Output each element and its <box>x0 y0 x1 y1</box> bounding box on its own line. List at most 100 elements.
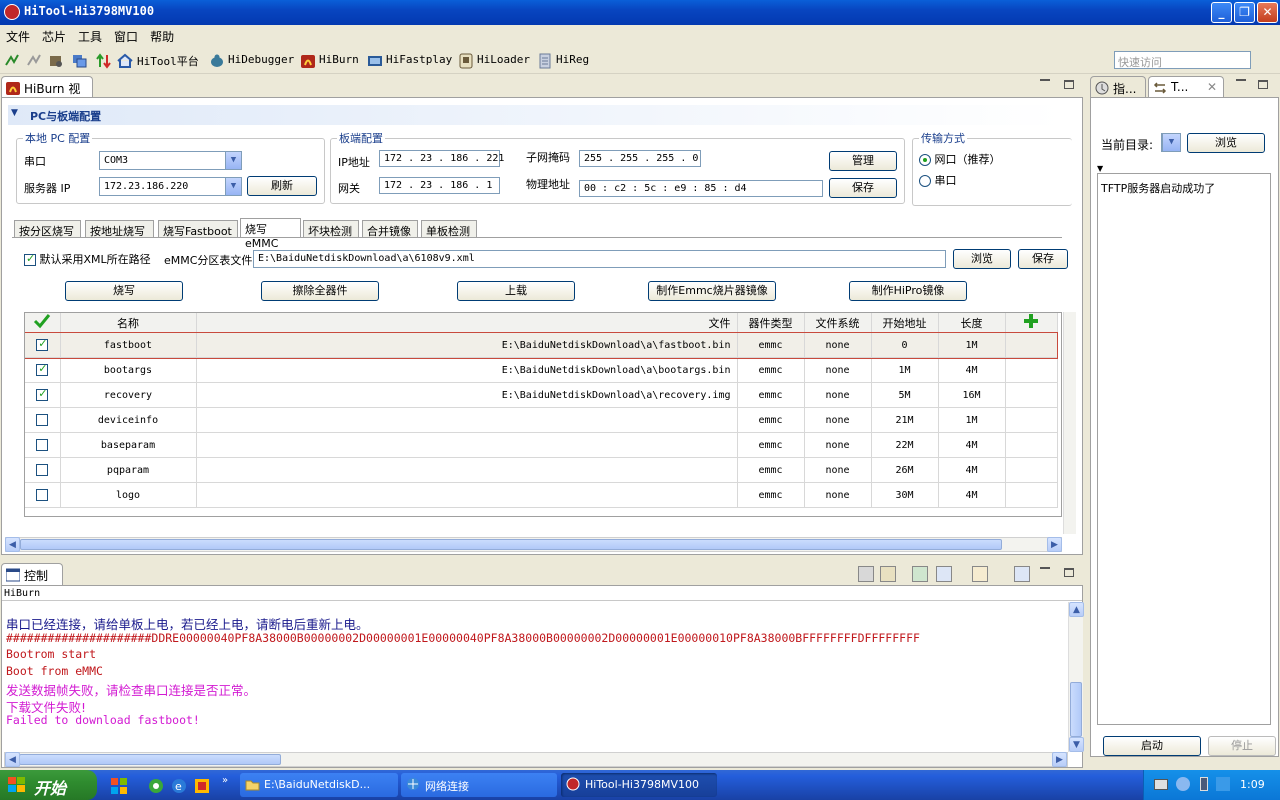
checkbox[interactable] <box>25 457 61 483</box>
toolbar-hiburn[interactable]: HiBurn <box>319 53 359 66</box>
chevron-down-icon[interactable]: ▼ <box>1162 134 1180 151</box>
checkbox[interactable] <box>25 382 61 408</box>
tray-app-icon[interactable] <box>1216 777 1230 791</box>
make-emmc-image-button[interactable]: 制作Emmc烧片器镜像 <box>648 281 776 301</box>
table-vscrollbar[interactable] <box>1063 312 1076 534</box>
start-button[interactable]: 开始 <box>0 770 97 800</box>
quicklaunch-app-icon[interactable] <box>193 777 211 795</box>
toolbar-hireg[interactable]: HiReg <box>556 53 589 66</box>
gateway-field[interactable]: 172 . 23 . 186 . 1 <box>379 177 500 194</box>
mask-field[interactable]: 255 . 255 . 255 . 0 <box>579 150 701 167</box>
checkbox-unchecked-icon[interactable] <box>36 489 49 501</box>
menu-chip[interactable]: 芯片 <box>36 25 72 45</box>
console-minimize-button[interactable] <box>1040 566 1050 569</box>
burn-button[interactable]: 烧写 <box>65 281 183 301</box>
task-explorer[interactable]: E:\BaiduNetdiskD... <box>240 773 398 797</box>
toolbar-hiloader[interactable]: HiLoader <box>477 53 530 66</box>
checkbox[interactable] <box>25 482 61 508</box>
transfer-arrows-icon[interactable] <box>96 53 112 69</box>
xml-browse-button[interactable]: 浏览 <box>953 249 1011 269</box>
menu-help[interactable]: 帮助 <box>144 25 180 45</box>
debugger-icon[interactable] <box>209 53 225 69</box>
burn-icon[interactable] <box>300 53 316 69</box>
mac-field[interactable]: 00 : c2 : 5c : e9 : 85 : d4 <box>579 180 823 197</box>
checkbox[interactable] <box>25 357 61 383</box>
checkbox[interactable] <box>25 432 61 458</box>
scroll-lock-icon[interactable] <box>880 566 896 582</box>
scroll-right-icon[interactable]: ▶ <box>1047 537 1062 552</box>
checkbox-unchecked-icon[interactable] <box>36 439 49 451</box>
console-hscrollbar[interactable]: ◀ ▶ <box>4 752 1068 767</box>
checkbox-unchecked-icon[interactable] <box>36 414 49 426</box>
chevron-down-icon[interactable]: ▼ <box>225 152 241 169</box>
task-hitool[interactable]: HiTool-Hi3798MV100 <box>561 773 717 797</box>
menu-window[interactable]: 窗口 <box>108 25 144 45</box>
home-icon[interactable] <box>117 53 133 69</box>
quicklaunch-browser-icon[interactable] <box>147 777 165 795</box>
serial-combo[interactable]: COM3 ▼ <box>99 151 242 170</box>
tray-network-icon[interactable] <box>1176 777 1190 791</box>
close-icon[interactable]: ✕ <box>1207 80 1217 94</box>
settings-icon[interactable] <box>48 53 64 69</box>
scroll-right-icon[interactable]: ▶ <box>1052 752 1067 767</box>
tab-emmc-burn[interactable]: 烧写eMMC <box>240 218 301 250</box>
table-row[interactable]: pqparam emmc none 26M 4M <box>25 457 1058 483</box>
clear-console-icon[interactable] <box>858 566 874 582</box>
scroll-down-icon[interactable]: ▼ <box>1069 737 1084 752</box>
close-button[interactable]: ✕ <box>1257 2 1278 23</box>
keyboard-icon[interactable] <box>1154 779 1168 790</box>
tab-partition-burn[interactable]: 按分区烧写 <box>14 220 81 238</box>
loader-icon[interactable] <box>458 53 474 69</box>
chevron-down-icon[interactable]: ▼ <box>225 178 241 195</box>
stop-button[interactable]: 停止 <box>1208 736 1276 756</box>
checkbox-checked-icon[interactable] <box>36 387 49 401</box>
checkbox-checked-icon[interactable] <box>24 252 36 266</box>
table-row[interactable]: bootargsE:\BaiduNetdiskDownload\a\bootar… <box>25 357 1058 383</box>
disconnect-icon[interactable] <box>26 53 42 69</box>
board-ip-field[interactable]: 172 . 23 . 186 . 221 <box>379 150 504 167</box>
quick-access-input[interactable]: 快速访问 <box>1114 51 1251 69</box>
radio-selected-icon[interactable] <box>919 154 931 166</box>
toolbar-hidebugger[interactable]: HiDebugger <box>228 53 294 66</box>
tab-fastboot-burn[interactable]: 烧写Fastboot <box>158 220 238 238</box>
usb-icon[interactable] <box>1200 777 1208 791</box>
vscroll-thumb[interactable] <box>1070 682 1082 737</box>
windows-icon[interactable] <box>72 53 88 69</box>
tab-hiburn-view[interactable]: HiBurn 视图 <box>1 76 93 113</box>
tab-right-1[interactable]: 指... <box>1090 76 1146 98</box>
radio-serial[interactable]: 串口 <box>919 172 957 188</box>
manage-button[interactable]: 管理 <box>829 151 897 171</box>
checkbox-checked-icon[interactable] <box>36 337 49 351</box>
checkbox-unchecked-icon[interactable] <box>36 464 49 476</box>
connect-icon[interactable] <box>4 53 20 69</box>
toolbar-hitool[interactable]: HiTool平台 <box>137 53 199 69</box>
task-network[interactable]: 网络连接 <box>401 773 557 797</box>
radio-unselected-icon[interactable] <box>919 175 931 187</box>
scroll-up-icon[interactable]: ▲ <box>1069 602 1084 617</box>
tab-badblock[interactable]: 坏块检测 <box>303 220 359 238</box>
quicklaunch-more-icon[interactable]: » <box>222 775 228 786</box>
view-minimize-button[interactable] <box>1040 78 1050 81</box>
upload-button[interactable]: 上载 <box>457 281 575 301</box>
minimize-button[interactable]: _ <box>1211 2 1232 23</box>
menu-tools[interactable]: 工具 <box>72 25 108 45</box>
table-row[interactable]: fastbootE:\BaiduNetdiskDownload\a\fastbo… <box>25 331 1058 359</box>
view-maximize-button[interactable] <box>1064 80 1074 89</box>
start-button[interactable]: 启动 <box>1103 736 1201 756</box>
collapse-icon[interactable]: ▼ <box>11 108 18 118</box>
tab-address-burn[interactable]: 按地址烧写 <box>85 220 154 238</box>
table-row[interactable]: baseparam emmc none 22M 4M <box>25 432 1058 458</box>
check-all-icon[interactable] <box>33 313 51 329</box>
tab-console[interactable]: 控制台 <box>1 563 63 600</box>
checkbox[interactable] <box>25 332 61 358</box>
emmc-table-path[interactable]: E:\BaiduNetdiskDownload\a\6108v9.xml <box>253 250 946 268</box>
current-dir-combo[interactable]: ▼ <box>1161 133 1181 152</box>
console-vscrollbar[interactable]: ▲ ▼ <box>1068 602 1084 752</box>
server-ip-combo[interactable]: 172.23.186.220 ▼ <box>99 177 242 196</box>
refresh-button[interactable]: 刷新 <box>247 176 317 196</box>
toolbar-hifastplay[interactable]: HiFastplay <box>386 53 452 66</box>
quicklaunch-windows-icon[interactable] <box>110 777 128 795</box>
collapse-icon[interactable]: ▼ <box>1097 164 1103 173</box>
fastplay-icon[interactable] <box>367 53 383 69</box>
open-console-icon[interactable] <box>1014 566 1030 582</box>
